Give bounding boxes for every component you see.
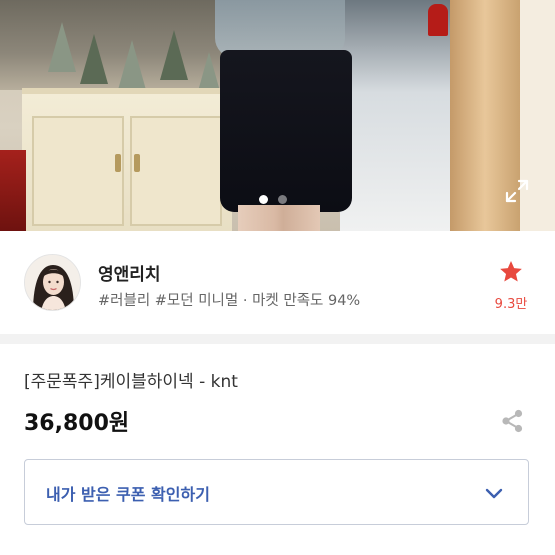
product-title: [주문폭주]케이블하이넥 - knt <box>24 372 238 392</box>
photo-cabinet <box>22 88 232 231</box>
shop-tags: #러블리 #모던 미니멀 · 마켓 만족도 94% <box>98 293 361 309</box>
photo-xmas-tree <box>48 22 76 72</box>
coupon-check-label: 내가 받은 쿠폰 확인하기 <box>46 485 210 504</box>
photo-cabinet-knob <box>134 154 140 172</box>
avatar-portrait-image <box>25 255 80 310</box>
carousel-dot-active[interactable] <box>259 195 268 204</box>
photo-xmas-tree <box>118 40 146 90</box>
photo-skirt <box>220 50 352 212</box>
shop-name[interactable]: 영앤리치 <box>98 260 161 285</box>
photo-xmas-tree <box>80 34 108 84</box>
section-divider <box>0 334 555 344</box>
favorite-count: 9.3만 <box>494 297 528 312</box>
photo-red-gift <box>0 150 26 231</box>
carousel-dot[interactable] <box>278 195 287 204</box>
shop-info-row[interactable]: 영앤리치 #러블리 #모던 미니멀 · 마켓 만족도 94% 9.3만 <box>0 231 555 334</box>
coupon-check-button[interactable]: 내가 받은 쿠폰 확인하기 <box>24 459 529 525</box>
photo-cabinet-door <box>130 116 222 226</box>
photo-santa-figure <box>428 4 448 36</box>
share-icon[interactable] <box>499 408 525 434</box>
favorite-button[interactable]: 9.3만 <box>490 259 532 312</box>
chevron-down-icon <box>485 488 503 499</box>
photo-legs <box>238 205 320 231</box>
photo-cabinet-door <box>32 116 124 226</box>
expand-icon[interactable] <box>504 178 530 204</box>
carousel-indicator <box>259 195 287 204</box>
product-price: 36,800원 <box>24 411 130 436</box>
photo-xmas-tree <box>160 30 188 80</box>
star-icon[interactable] <box>498 259 524 285</box>
product-image-carousel[interactable] <box>0 0 555 231</box>
shop-avatar[interactable] <box>24 254 81 311</box>
photo-cabinet-knob <box>115 154 121 172</box>
